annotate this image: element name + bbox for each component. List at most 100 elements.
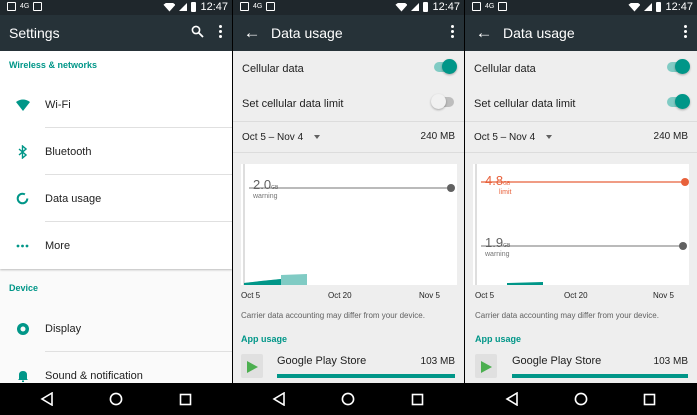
settings-item-sound[interactable]: Sound & notification — [0, 352, 232, 383]
notification-icon — [498, 2, 508, 11]
network-type: 4G — [20, 3, 30, 10]
app-usage-bar — [512, 374, 688, 378]
dropdown-caret-icon — [546, 135, 553, 139]
home-icon[interactable] — [107, 390, 125, 408]
wireless-card: Wireless & networks Wi-Fi Bluetooth Data… — [0, 51, 232, 269]
warning-label: warning — [253, 193, 278, 200]
cellular-data-label: Cellular data — [474, 62, 536, 75]
notification-icon — [33, 2, 43, 11]
app-usage-bar — [277, 374, 455, 378]
warning-handle — [447, 184, 455, 192]
usage-chart[interactable]: 4.8GB limit 1.9GB warning — [473, 164, 689, 285]
cellular-data-label: Cellular data — [242, 62, 304, 75]
wifi-signal-icon — [395, 2, 408, 12]
battery-icon — [191, 2, 197, 12]
back-icon[interactable] — [503, 390, 521, 408]
back-arrow-icon[interactable]: ← — [465, 23, 503, 43]
wifi-signal-icon — [163, 2, 176, 12]
set-limit-row[interactable]: Set cellular data limit — [233, 86, 464, 121]
x-tick: Nov 5 — [419, 291, 440, 300]
app-amount: 103 MB — [653, 356, 688, 367]
cellular-data-row[interactable]: Cellular data — [233, 51, 464, 86]
wifi-signal-icon — [628, 2, 641, 12]
notification-icon — [266, 2, 276, 11]
settings-item-data-usage[interactable]: Data usage — [0, 175, 232, 222]
cell-signal-icon — [644, 3, 653, 11]
page-title: Data usage — [503, 25, 575, 41]
play-store-icon — [475, 354, 497, 378]
status-bar: 4G 12:47 — [0, 0, 232, 15]
settings-item-display[interactable]: Display — [0, 305, 232, 352]
settings-item-more[interactable]: More — [0, 222, 232, 269]
settings-item-wifi[interactable]: Wi-Fi — [0, 81, 232, 128]
usage-area — [244, 279, 281, 285]
cycle-selector[interactable]: Oct 5 – Nov 4 240 MB — [233, 122, 464, 152]
app-usage-header: App usage — [241, 334, 288, 344]
back-icon[interactable] — [270, 390, 288, 408]
cellular-data-toggle[interactable] — [667, 59, 690, 74]
network-type: 4G — [485, 3, 495, 10]
settings-item-label: Bluetooth — [45, 145, 92, 158]
display-icon — [0, 322, 45, 336]
status-bar: 4G 12:47 — [465, 0, 697, 15]
notification-icon — [240, 2, 249, 11]
bell-icon — [0, 369, 45, 382]
app-usage-row[interactable]: Google Play Store 103 MB — [465, 352, 697, 382]
x-tick: Nov 5 — [653, 291, 674, 300]
settings-item-label: Sound & notification — [45, 369, 143, 382]
usage-chart[interactable]: 2.0GB warning — [241, 164, 457, 285]
settings-screen: 4G 12:47 Settings Wireless & networks Wi… — [0, 0, 232, 383]
overflow-menu-icon[interactable] — [218, 24, 222, 39]
back-arrow-icon[interactable]: ← — [233, 23, 271, 43]
cycle-selector[interactable]: Oct 5 – Nov 4 240 MB — [465, 122, 697, 152]
limit-label: limit — [499, 189, 512, 196]
cycle-range: Oct 5 – Nov 4 — [474, 131, 536, 143]
status-bar: 4G 12:47 — [233, 0, 464, 15]
settings-item-label: Data usage — [45, 192, 102, 205]
x-tick: Oct 20 — [564, 291, 588, 300]
page-title: Data usage — [271, 25, 343, 41]
limit-handle — [681, 178, 689, 186]
recents-icon[interactable] — [640, 390, 658, 408]
set-limit-row[interactable]: Set cellular data limit — [465, 86, 697, 121]
x-tick: Oct 5 — [475, 291, 495, 300]
carrier-note: Carrier data accounting may differ from … — [241, 311, 425, 320]
search-icon[interactable] — [191, 25, 204, 43]
warning-handle — [679, 242, 687, 250]
cellular-data-row[interactable]: Cellular data — [465, 51, 697, 86]
data-usage-app-bar: ← Data usage — [465, 15, 697, 51]
data-usage-screen-right: 4G 12:47 ← Data usage Cellular data Set … — [465, 0, 697, 383]
notification-icon — [7, 2, 16, 11]
clock: 12:47 — [200, 1, 228, 13]
play-store-icon — [241, 354, 263, 378]
home-icon[interactable] — [572, 390, 590, 408]
battery-icon — [656, 2, 662, 12]
x-tick: Oct 5 — [241, 291, 261, 300]
cellular-data-toggle[interactable] — [434, 59, 457, 74]
set-limit-toggle[interactable] — [667, 94, 690, 109]
section-header-wireless: Wireless & networks — [9, 60, 97, 70]
cycle-range: Oct 5 – Nov 4 — [242, 131, 304, 143]
settings-item-label: Display — [45, 322, 82, 335]
cycle-amount: 240 MB — [653, 131, 688, 142]
home-icon[interactable] — [339, 390, 357, 408]
recents-icon[interactable] — [408, 390, 426, 408]
bluetooth-icon — [0, 144, 45, 159]
overflow-menu-icon[interactable] — [683, 24, 687, 39]
notification-icon — [472, 2, 481, 11]
device-section: Device Display Sound & notification — [0, 275, 232, 383]
usage-area — [507, 282, 543, 285]
carrier-note: Carrier data accounting may differ from … — [475, 311, 659, 320]
back-icon[interactable] — [38, 390, 56, 408]
recents-icon[interactable] — [176, 390, 194, 408]
app-usage-row[interactable]: Google Play Store 103 MB — [233, 352, 464, 382]
network-type: 4G — [253, 3, 263, 10]
set-limit-toggle[interactable] — [431, 94, 454, 109]
set-limit-label: Set cellular data limit — [242, 97, 344, 110]
clock: 12:47 — [665, 1, 693, 13]
settings-item-bluetooth[interactable]: Bluetooth — [0, 128, 232, 175]
overflow-menu-icon[interactable] — [450, 24, 454, 39]
settings-app-bar: Settings — [0, 15, 232, 51]
x-tick: Oct 20 — [328, 291, 352, 300]
app-usage-header: App usage — [475, 334, 522, 344]
